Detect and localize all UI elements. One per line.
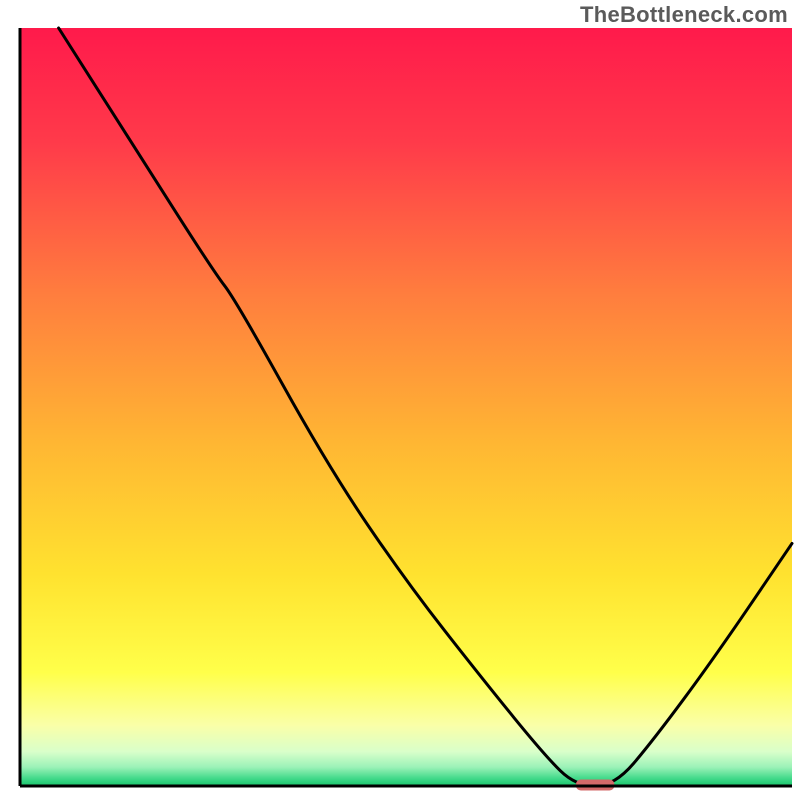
watermark-text: TheBottleneck.com bbox=[580, 2, 788, 28]
bottleneck-chart: TheBottleneck.com bbox=[0, 0, 800, 800]
chart-svg bbox=[0, 0, 800, 800]
gradient-background bbox=[20, 28, 792, 786]
